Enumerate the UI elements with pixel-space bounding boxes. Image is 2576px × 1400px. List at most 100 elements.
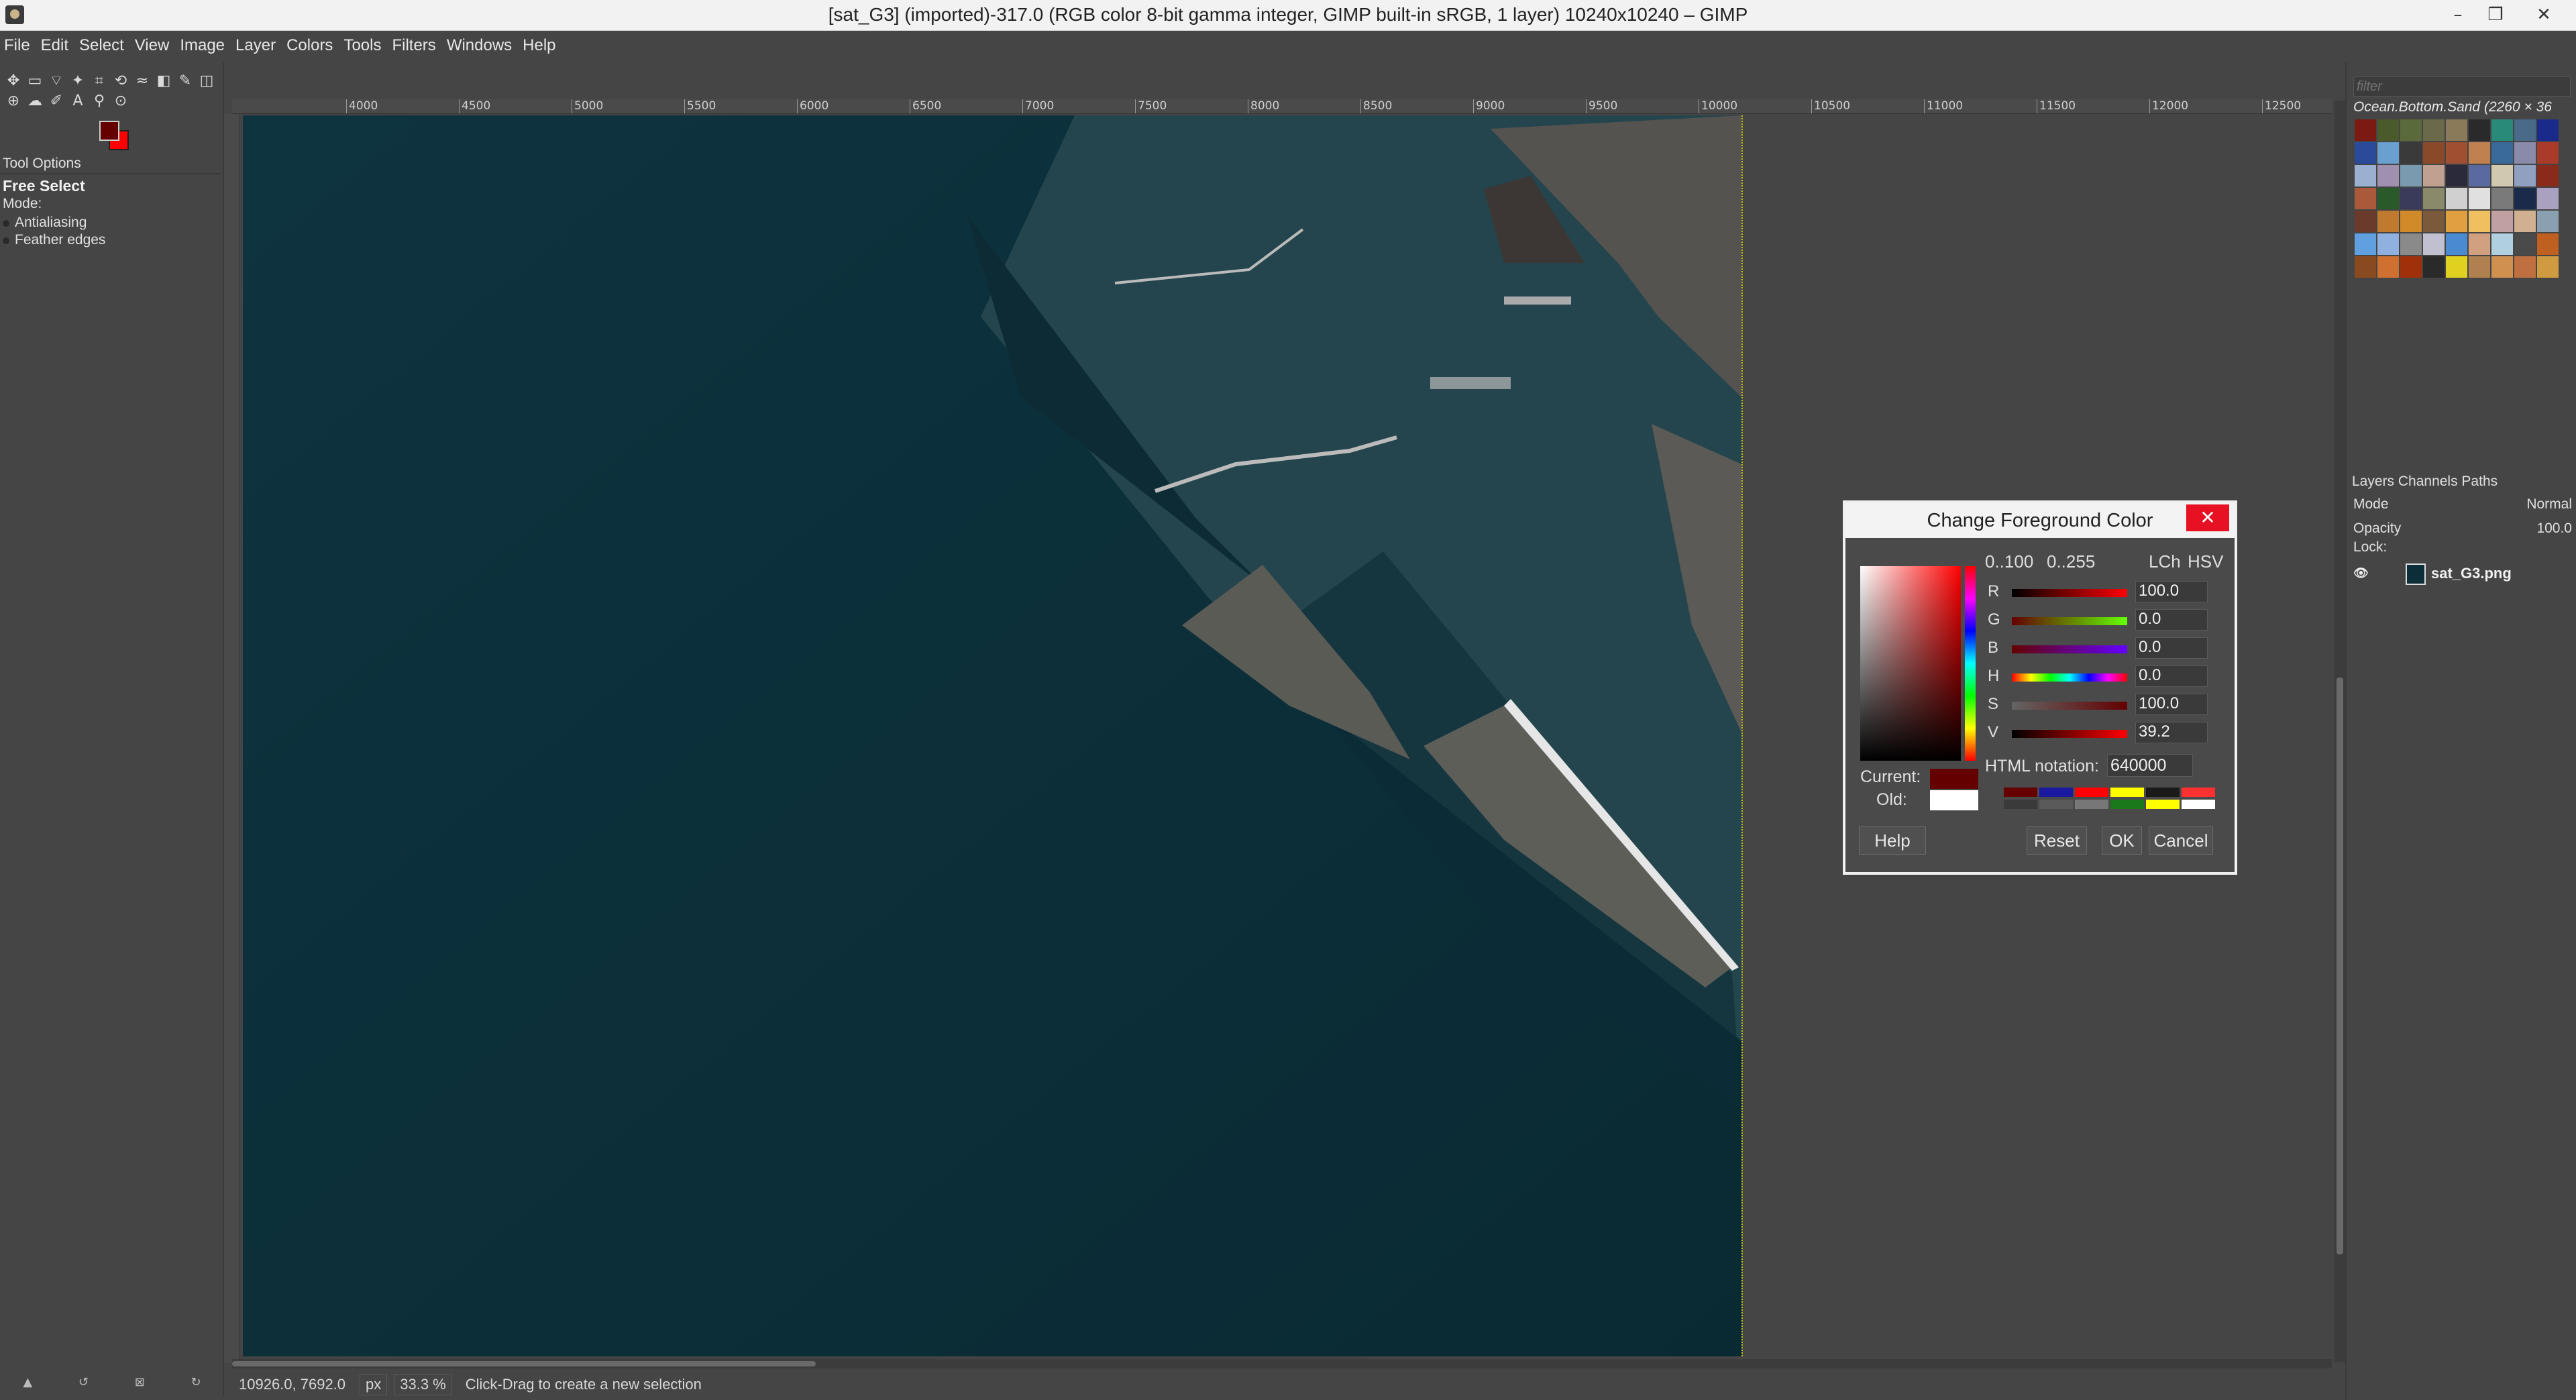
- pattern-swatch[interactable]: [2491, 119, 2513, 141]
- history-color-swatch[interactable]: [2004, 788, 2037, 797]
- channel-slider[interactable]: [2012, 589, 2127, 597]
- range-0-100-button[interactable]: 0..100: [1985, 551, 2033, 572]
- saturation-value-picker[interactable]: [1860, 566, 1961, 761]
- close-window-button[interactable]: ✕: [2512, 1, 2576, 28]
- pattern-swatch[interactable]: [2491, 211, 2513, 232]
- text-icon[interactable]: A: [69, 93, 87, 110]
- layers-channels-paths-tabs[interactable]: Layers Channels Paths: [2352, 474, 2498, 490]
- menu-windows[interactable]: Windows: [447, 36, 512, 55]
- channel-value-input[interactable]: 100.0: [2135, 694, 2208, 715]
- reset-button[interactable]: Reset: [2027, 826, 2087, 855]
- menu-colors[interactable]: Colors: [286, 36, 333, 55]
- pattern-swatch[interactable]: [2514, 142, 2536, 164]
- vertical-ruler[interactable]: [224, 114, 240, 1363]
- pattern-swatch[interactable]: [2355, 233, 2376, 255]
- layer-mode-select[interactable]: Normal: [2526, 496, 2572, 513]
- feather-edges-checkbox[interactable]: Feather edges: [3, 232, 105, 248]
- menu-view[interactable]: View: [135, 36, 170, 55]
- channel-label[interactable]: R: [1988, 582, 1999, 601]
- history-color-swatch[interactable]: [2146, 800, 2180, 809]
- pattern-swatch[interactable]: [2514, 119, 2536, 141]
- lch-button[interactable]: LCh: [2149, 551, 2181, 572]
- html-notation-input[interactable]: [2107, 754, 2193, 777]
- paintbrush-icon[interactable]: ✎: [176, 72, 194, 90]
- pattern-swatch[interactable]: [2537, 165, 2559, 186]
- eraser-icon[interactable]: ◫: [198, 72, 215, 90]
- dialog-close-button[interactable]: ✕: [2186, 504, 2229, 531]
- channel-value-input[interactable]: 39.2: [2135, 722, 2208, 743]
- horizontal-scroll-thumb[interactable]: [232, 1361, 816, 1366]
- channel-value-input[interactable]: 0.0: [2135, 665, 2208, 687]
- history-color-swatch[interactable]: [2110, 800, 2144, 809]
- vertical-scrollbar[interactable]: [2334, 101, 2345, 1362]
- free-select-icon[interactable]: ⌔: [48, 72, 65, 90]
- hue-slider[interactable]: [1965, 566, 1976, 761]
- history-color-swatch[interactable]: [2110, 788, 2144, 797]
- pattern-swatch[interactable]: [2400, 211, 2422, 232]
- layer-name[interactable]: sat_G3.png: [2431, 565, 2512, 582]
- menu-file[interactable]: File: [4, 36, 30, 55]
- pattern-swatch[interactable]: [2514, 188, 2536, 209]
- pattern-swatch[interactable]: [2377, 142, 2399, 164]
- channel-slider[interactable]: [2012, 674, 2127, 682]
- channel-slider[interactable]: [2012, 617, 2127, 625]
- pattern-swatch[interactable]: [2469, 165, 2490, 186]
- help-button[interactable]: Help: [1859, 826, 1926, 855]
- smudge-icon[interactable]: ☁: [26, 93, 44, 110]
- history-color-swatch[interactable]: [2182, 788, 2215, 797]
- pattern-swatch[interactable]: [2446, 256, 2467, 278]
- history-color-swatch[interactable]: [2075, 800, 2108, 809]
- tool-options-tab[interactable]: Tool Options: [3, 156, 81, 172]
- history-color-swatch[interactable]: [2075, 788, 2108, 797]
- pattern-swatch[interactable]: [2423, 142, 2445, 164]
- history-color-swatch[interactable]: [2182, 800, 2215, 809]
- warp-icon[interactable]: ≈: [133, 72, 151, 90]
- channel-value-input[interactable]: 0.0: [2135, 609, 2208, 631]
- history-color-swatch[interactable]: [2004, 800, 2037, 809]
- crop-icon[interactable]: ⌗: [91, 72, 108, 90]
- pattern-swatch[interactable]: [2537, 211, 2559, 232]
- pattern-swatch[interactable]: [2423, 188, 2445, 209]
- restore-icon[interactable]: ▲: [23, 1375, 32, 1398]
- pattern-swatch[interactable]: [2514, 256, 2536, 278]
- pattern-swatch[interactable]: [2469, 119, 2490, 141]
- pattern-swatch[interactable]: [2469, 256, 2490, 278]
- path-icon[interactable]: ✐: [48, 93, 65, 110]
- pattern-swatch[interactable]: [2377, 256, 2399, 278]
- menu-icon[interactable]: ↻: [191, 1375, 201, 1398]
- channel-slider[interactable]: [2012, 702, 2127, 710]
- channel-label[interactable]: V: [1988, 723, 1998, 742]
- delete-icon[interactable]: ⊠: [135, 1375, 145, 1398]
- history-color-swatch[interactable]: [2039, 800, 2073, 809]
- channel-label[interactable]: S: [1988, 695, 1998, 714]
- channel-label[interactable]: H: [1988, 667, 1999, 686]
- pattern-swatch[interactable]: [2491, 188, 2513, 209]
- channel-slider[interactable]: [2012, 645, 2127, 653]
- hsv-button[interactable]: HSV: [2188, 551, 2223, 572]
- history-color-swatch[interactable]: [2146, 788, 2180, 797]
- menu-tools[interactable]: Tools: [343, 36, 381, 55]
- pattern-swatch[interactable]: [2400, 165, 2422, 186]
- pattern-swatch[interactable]: [2355, 119, 2376, 141]
- pattern-swatch[interactable]: [2355, 256, 2376, 278]
- fuzzy-select-icon[interactable]: ✦: [69, 72, 87, 90]
- pattern-swatch[interactable]: [2537, 233, 2559, 255]
- pattern-swatch[interactable]: [2355, 188, 2376, 209]
- channel-label[interactable]: B: [1988, 639, 1998, 657]
- pattern-swatch[interactable]: [2400, 188, 2422, 209]
- pattern-swatch[interactable]: [2537, 188, 2559, 209]
- pattern-swatch[interactable]: [2423, 256, 2445, 278]
- vertical-scroll-thumb[interactable]: [2337, 678, 2343, 1254]
- foreground-color-swatch[interactable]: [99, 121, 119, 141]
- antialiasing-checkbox[interactable]: Antialiasing: [3, 215, 87, 231]
- pattern-swatch[interactable]: [2446, 233, 2467, 255]
- ok-button[interactable]: OK: [2102, 826, 2142, 855]
- channel-slider[interactable]: [2012, 730, 2127, 738]
- pattern-swatch[interactable]: [2469, 188, 2490, 209]
- pattern-swatch[interactable]: [2355, 142, 2376, 164]
- pattern-swatch[interactable]: [2446, 119, 2467, 141]
- pattern-swatch[interactable]: [2537, 256, 2559, 278]
- pattern-swatch[interactable]: [2491, 256, 2513, 278]
- unified-transform-icon[interactable]: ⟲: [112, 72, 129, 90]
- pattern-swatch[interactable]: [2469, 233, 2490, 255]
